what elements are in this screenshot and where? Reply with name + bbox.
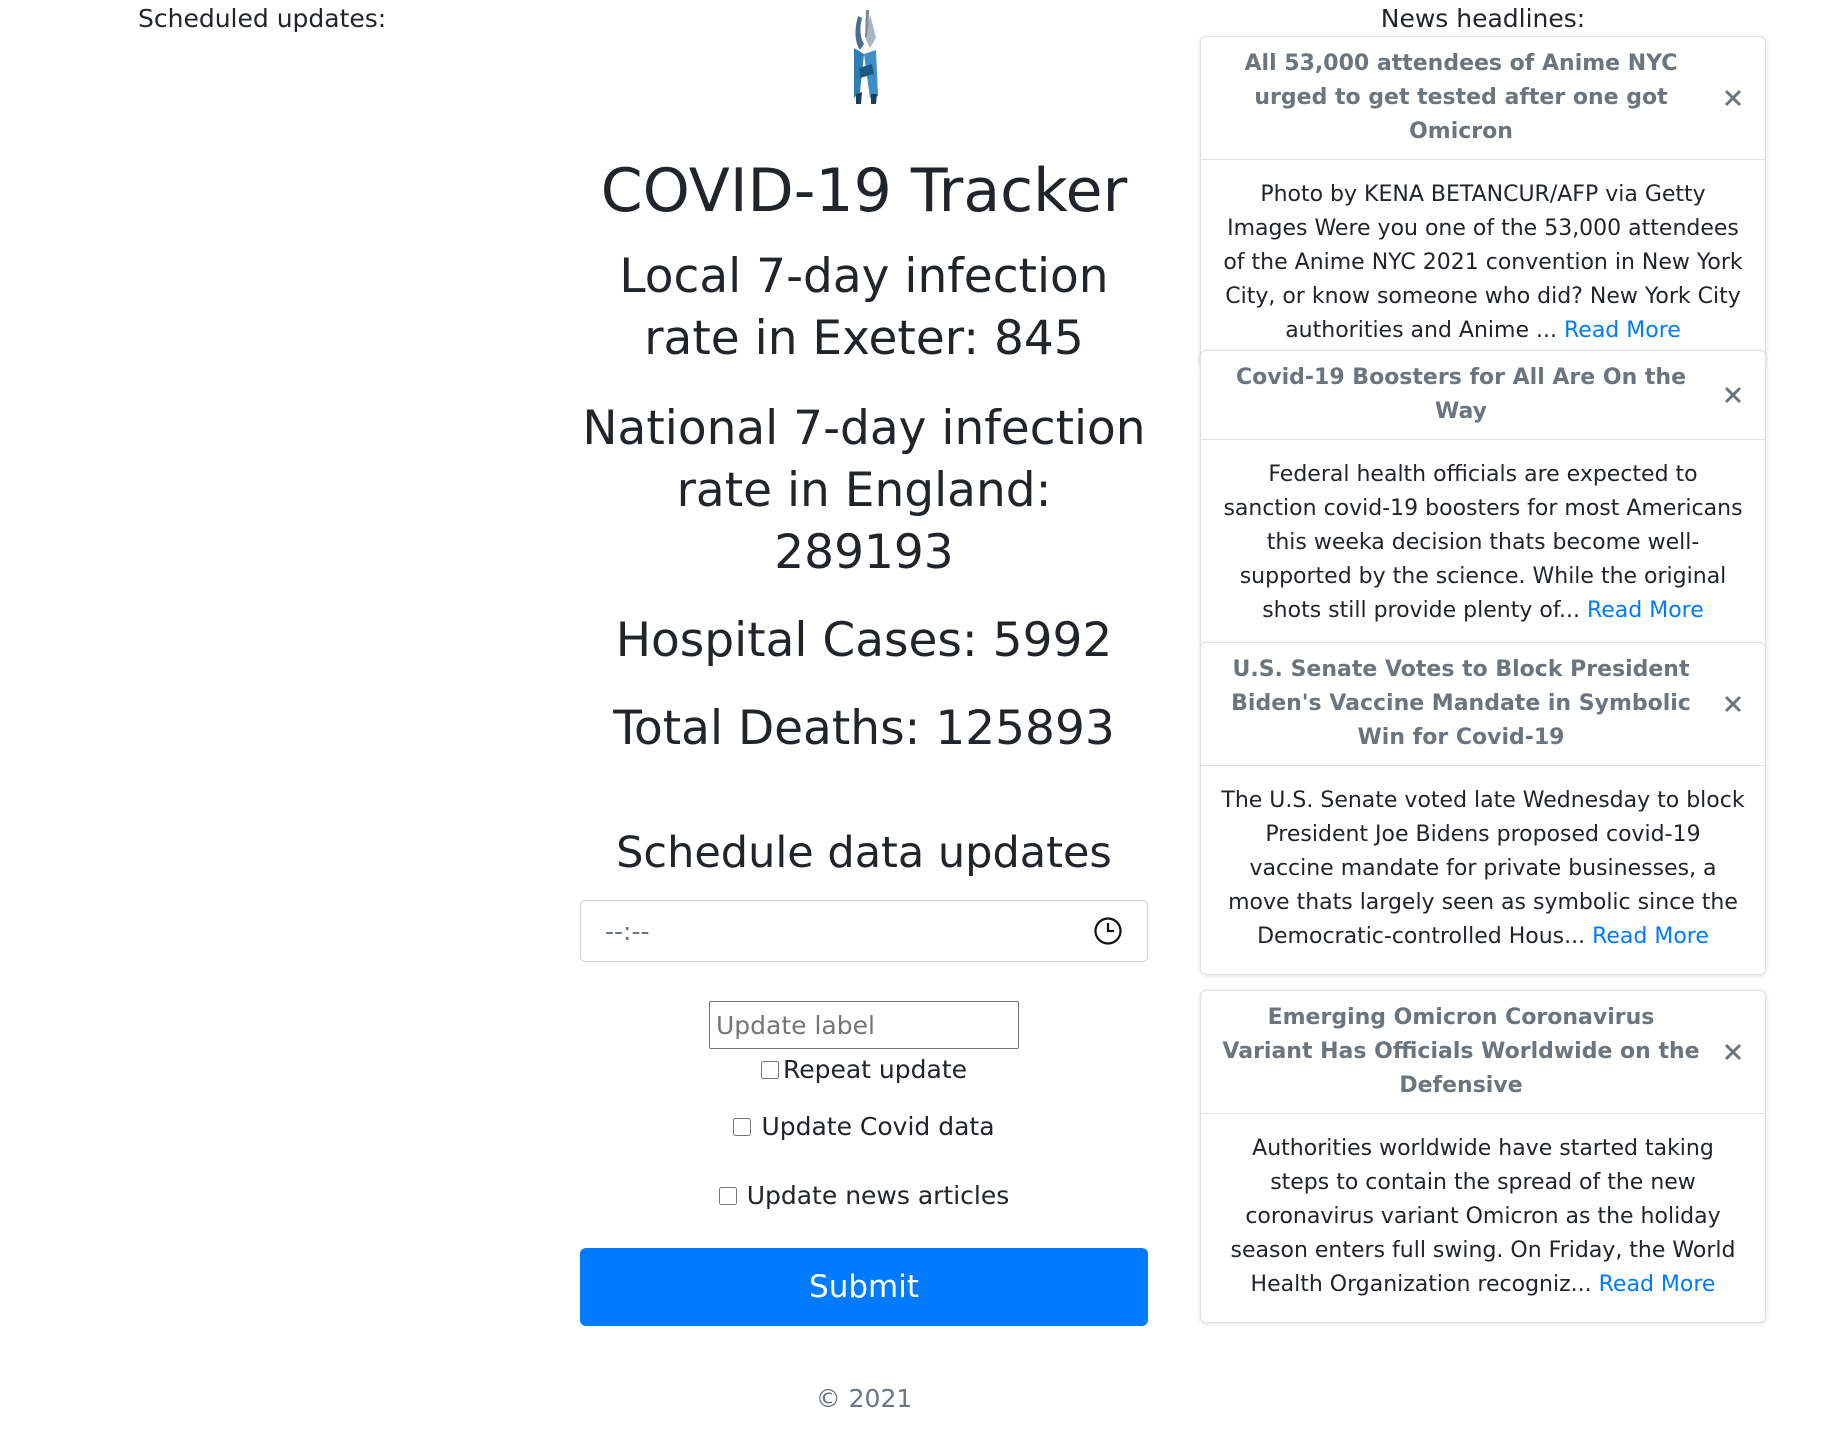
news-title: U.S. Senate Votes to Block President Bid… xyxy=(1231,657,1691,750)
news-card: Emerging Omicron Coronavirus Variant Has… xyxy=(1200,990,1766,1323)
update-news-option[interactable]: Update news articles xyxy=(718,1181,1010,1210)
syringe-logo-icon xyxy=(854,10,878,104)
read-more-link[interactable]: Read More xyxy=(1587,598,1704,623)
news-title: Emerging Omicron Coronavirus Variant Has… xyxy=(1222,1005,1700,1098)
news-card: Covid-19 Boosters for All Are On the Way… xyxy=(1200,350,1766,649)
repeat-update-checkbox[interactable] xyxy=(760,1060,779,1079)
news-card-title: U.S. Senate Votes to Block President Bid… xyxy=(1201,643,1765,766)
close-icon[interactable] xyxy=(1723,1042,1743,1062)
news-card: All 53,000 attendees of Anime NYC urged … xyxy=(1200,36,1766,369)
footer-copyright: © 2021 xyxy=(815,1384,913,1413)
news-card-body: The U.S. Senate voted late Wednesday to … xyxy=(1201,766,1765,974)
schedule-title: Schedule data updates xyxy=(616,828,1112,878)
scheduled-updates-heading: Scheduled updates: xyxy=(138,4,387,33)
close-icon[interactable] xyxy=(1723,694,1743,714)
update-news-label: Update news articles xyxy=(746,1181,1010,1210)
news-card-body: Federal health officials are expected to… xyxy=(1201,440,1765,648)
read-more-link[interactable]: Read More xyxy=(1599,1272,1716,1297)
submit-button[interactable]: Submit xyxy=(580,1248,1148,1326)
repeat-update-label: Repeat update xyxy=(782,1055,968,1084)
news-card: U.S. Senate Votes to Block President Bid… xyxy=(1200,642,1766,975)
update-news-checkbox[interactable] xyxy=(718,1186,737,1205)
news-card-title: All 53,000 attendees of Anime NYC urged … xyxy=(1201,37,1765,160)
news-heading: News headlines: xyxy=(1380,4,1586,33)
read-more-link[interactable]: Read More xyxy=(1564,318,1681,343)
hospital-cases: Hospital Cases: 5992 xyxy=(615,613,1113,668)
close-icon[interactable] xyxy=(1723,385,1743,405)
update-covid-option[interactable]: Update Covid data xyxy=(733,1112,995,1141)
news-card-body: Authorities worldwide have started takin… xyxy=(1201,1114,1765,1322)
clock-icon[interactable] xyxy=(1093,916,1123,946)
news-card-body: Photo by KENA BETANCUR/AFP via Getty Ima… xyxy=(1201,160,1765,368)
news-title: Covid-19 Boosters for All Are On the Way xyxy=(1236,365,1686,424)
update-time-input[interactable]: --:-- xyxy=(580,900,1148,962)
update-covid-checkbox[interactable] xyxy=(733,1117,752,1136)
main-panel: COVID-19 Tracker Local 7-day infection r… xyxy=(580,0,1148,1326)
read-more-link[interactable]: Read More xyxy=(1592,924,1709,949)
news-card-title: Covid-19 Boosters for All Are On the Way xyxy=(1201,351,1765,440)
news-panel: News headlines: All 53,000 attendees of … xyxy=(1200,0,1766,1323)
update-covid-label: Update Covid data xyxy=(761,1112,995,1141)
news-title: All 53,000 attendees of Anime NYC urged … xyxy=(1244,51,1678,144)
news-card-title: Emerging Omicron Coronavirus Variant Has… xyxy=(1201,991,1765,1114)
local-infection-rate: Local 7-day infection rate in Exeter: 84… xyxy=(619,249,1109,366)
national-infection-rate: National 7-day infection rate in England… xyxy=(582,401,1146,580)
page-title: COVID-19 Tracker xyxy=(600,156,1128,226)
total-deaths: Total Deaths: 125893 xyxy=(613,701,1115,756)
repeat-update-option[interactable]: Repeat update xyxy=(760,1055,968,1084)
update-label-input[interactable] xyxy=(709,1001,1019,1049)
close-icon[interactable] xyxy=(1723,88,1743,108)
time-value: --:-- xyxy=(605,916,650,946)
